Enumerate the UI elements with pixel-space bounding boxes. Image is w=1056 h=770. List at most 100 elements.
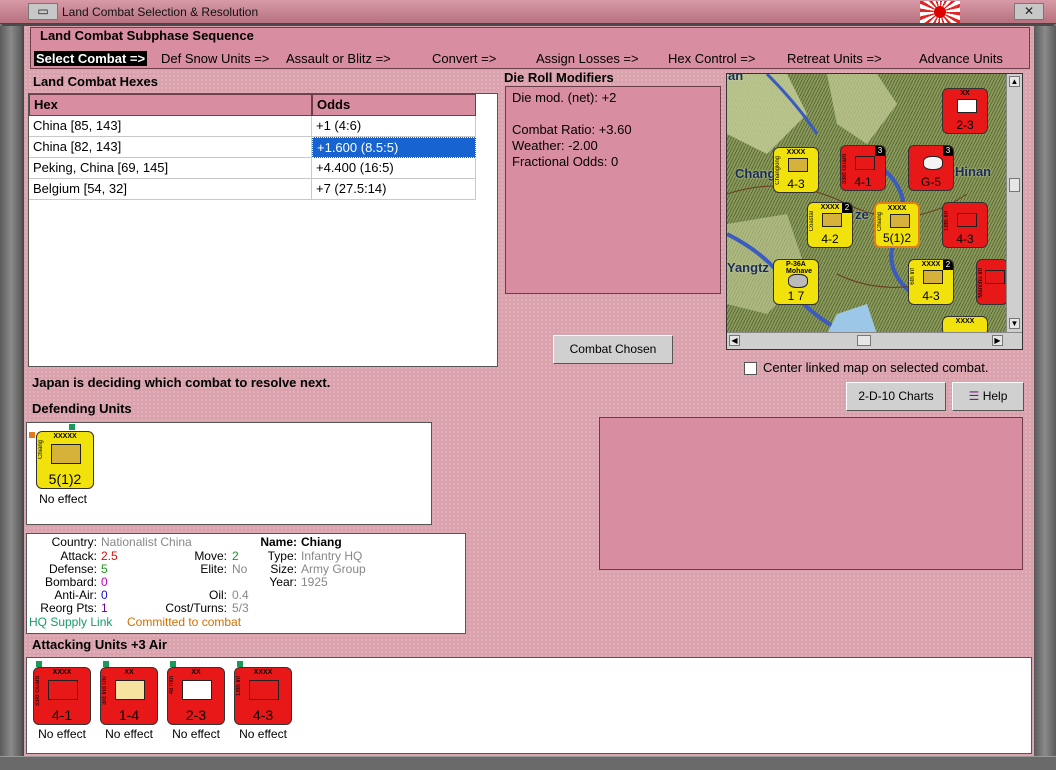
unit-symbol (923, 270, 943, 284)
attacking-units-heading: Attacking Units +3 Air (32, 637, 167, 652)
map-horizontal-scrollbar[interactable]: ◀ ▶ (727, 332, 1022, 349)
step-def-snow-units: Def Snow Units => (161, 51, 270, 66)
unit-symbol (788, 158, 808, 172)
hex-cell: China [82, 143] (29, 137, 312, 158)
close-button[interactable]: ✕ (1014, 3, 1044, 20)
map-label-ze: ze (855, 207, 869, 222)
hex-cell: Belgium [54, 32] (29, 179, 312, 200)
weather-line: Weather: -2.00 (512, 138, 598, 153)
committed-status: Committed to combat (127, 615, 242, 629)
unit-symbol (249, 680, 279, 700)
map-vertical-scrollbar[interactable]: ▲ ▼ (1006, 74, 1022, 334)
horizontal-scroll-thumb[interactable] (857, 335, 871, 346)
attacking-unit[interactable]: XXXX 33rd Guard 4-1 (33, 667, 91, 725)
map-unit[interactable]: Manchu Inf (976, 259, 1008, 305)
defending-unit[interactable]: XXXXX Chiang 5(1)2 (36, 431, 94, 489)
scroll-down-icon[interactable]: ▼ (1009, 318, 1020, 329)
map-unit[interactable]: XX 2-3 (942, 88, 988, 134)
attacking-unit[interactable]: XX 48 mtn 2-3 (167, 667, 225, 725)
unit-symbol (855, 156, 875, 170)
unit-symbol (957, 99, 977, 113)
step-advance-units: Advance Units (919, 51, 1003, 66)
map-unit[interactable]: XXXX Changking 4-3 (773, 147, 819, 193)
combat-ratio-line: Combat Ratio: +3.60 (512, 122, 632, 137)
column-header-hex[interactable]: Hex (29, 94, 312, 116)
table-row-selected[interactable]: China [82, 143] +1.600 (8.5:5) (29, 137, 476, 158)
help-button[interactable]: ☰ Help (952, 382, 1024, 411)
table-row[interactable]: Peking, China [69, 145] +4.400 (16:5) (29, 158, 476, 179)
odds-cell: +1 (4:6) (312, 116, 476, 137)
bottom-border (0, 756, 1056, 770)
map-unit[interactable]: 18th Inf 4-3 (942, 202, 988, 248)
hex-cell: China [85, 143] (29, 116, 312, 137)
map-label-yangtz: Yangtz (727, 260, 769, 275)
attacking-unit-effect: No effect (239, 727, 287, 741)
odds-cell: +4.400 (16:5) (312, 158, 476, 179)
table-row[interactable]: Belgium [54, 32] +7 (27.5:14) (29, 179, 476, 200)
map-unit-aircraft[interactable]: P-36A Mohave 1 7 (773, 259, 819, 305)
charts-button[interactable]: 2-D-10 Charts (846, 382, 946, 411)
unit-symbol (115, 680, 145, 700)
unit-symbol (985, 270, 1005, 284)
column-header-odds[interactable]: Odds (312, 94, 476, 116)
hex-cell: Peking, China [69, 145] (29, 158, 312, 179)
aircraft-icon (923, 156, 943, 170)
step-assault-or-blitz: Assault or Blitz => (286, 51, 391, 66)
scroll-up-icon[interactable]: ▲ (1009, 76, 1020, 87)
map-unit[interactable]: 3 33rd Guard 4-1 (840, 145, 886, 191)
left-border (0, 26, 22, 758)
step-select-combat: Select Combat => (34, 51, 148, 66)
combat-chosen-button[interactable]: Combat Chosen (553, 335, 673, 364)
step-retreat-units: Retreat Units => (787, 51, 882, 66)
help-book-icon: ☰ (968, 389, 983, 403)
scroll-left-icon[interactable]: ◀ (729, 335, 740, 346)
combat-hexes-table: Hex Odds China [85, 143] +1 (4:6) China … (28, 93, 498, 367)
unit-symbol (957, 213, 977, 227)
attacking-unit[interactable]: XXXX 18th Inf 4-3 (234, 667, 292, 725)
japan-flag-icon (920, 1, 960, 23)
linked-map[interactable]: an Chang Hinan Yangtz ze XX 2-3 XXXX Cha… (726, 73, 1023, 350)
scroll-right-icon[interactable]: ▶ (992, 335, 1003, 346)
help-label: Help (982, 389, 1008, 403)
map-unit-selected[interactable]: XXXX Chiang 5(1)2 (874, 202, 920, 248)
mountain-unit-symbol (182, 680, 212, 700)
attacking-unit-effect: No effect (105, 727, 153, 741)
step-convert: Convert => (432, 51, 497, 66)
window-menu-button[interactable]: ▭ (28, 3, 58, 20)
unit-symbol (48, 680, 78, 700)
subphase-title: Land Combat Subphase Sequence (40, 28, 254, 43)
center-map-label[interactable]: Center linked map on selected combat. (763, 360, 988, 375)
map-label-an: an (728, 73, 744, 83)
table-row[interactable]: China [85, 143] +1 (4:6) (29, 116, 476, 137)
center-map-checkbox[interactable] (744, 362, 757, 375)
unit-stats-panel: Country: Nationalist China Attack: 2.5 D… (26, 533, 466, 634)
odds-cell: +7 (27.5:14) (312, 179, 476, 200)
combat-result-panel (599, 417, 1023, 570)
combat-hexes-heading: Land Combat Hexes (33, 74, 158, 89)
unit-symbol (822, 213, 842, 227)
attacking-unit-effect: No effect (38, 727, 86, 741)
title-bar: ▭ Land Combat Selection & Resolution ✕ (0, 0, 1056, 24)
map-unit[interactable]: 2 XXXX Coastal 4-2 (807, 202, 853, 248)
status-message: Japan is deciding which combat to resolv… (32, 375, 331, 390)
map-unit[interactable]: 2 XXXX 6th Inf 4-3 (908, 259, 954, 305)
window-title: Land Combat Selection & Resolution (62, 5, 259, 19)
attacking-unit-effect: No effect (172, 727, 220, 741)
map-unit-aircraft[interactable]: 3 G-5 (908, 145, 954, 191)
odds-cell-selected: +1.600 (8.5:5) (312, 137, 476, 158)
hq-symbol (51, 444, 81, 464)
attacking-unit[interactable]: XX 3rd Ind Div 1-4 (100, 667, 158, 725)
vertical-scroll-thumb[interactable] (1009, 178, 1020, 192)
map-label-hinan: Hinan (955, 164, 992, 179)
defending-unit-effect: No effect (39, 492, 87, 506)
step-assign-losses: Assign Losses => (536, 51, 639, 66)
map-label-chang: Chang (735, 166, 776, 181)
die-roll-heading: Die Roll Modifiers (504, 70, 614, 85)
fractional-odds-line: Fractional Odds: 0 (512, 154, 619, 169)
unit-pin-icon (69, 424, 75, 430)
unit-symbol (890, 214, 910, 228)
step-hex-control: Hex Control => (668, 51, 756, 66)
right-border (1034, 26, 1056, 758)
aircraft-icon (788, 274, 808, 288)
